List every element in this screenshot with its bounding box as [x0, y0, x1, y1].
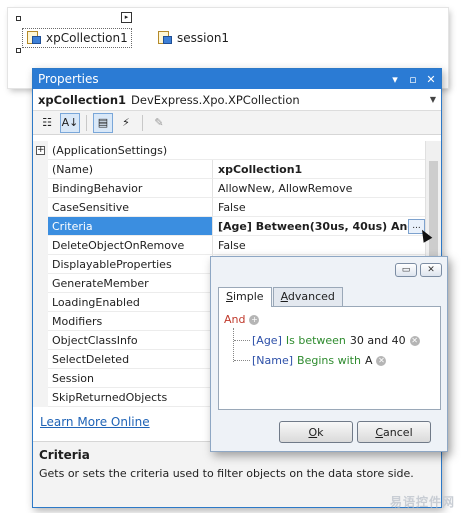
condition-field[interactable]: [Age]	[252, 334, 282, 347]
property-value[interactable]: [Age] Between(30us, 40us) And Sta	[213, 217, 427, 236]
property-name: DeleteObjectOnRemove	[48, 236, 213, 255]
property-value	[213, 141, 427, 160]
watermark-logo: 易语控件网	[389, 495, 455, 509]
property-name: DisplayableProperties	[48, 255, 213, 274]
object-name: xpCollection1	[38, 92, 127, 107]
property-name: SelectDeleted	[48, 350, 213, 369]
property-name: SkipReturnedObjects	[48, 388, 213, 407]
gutter	[33, 198, 48, 217]
gutter	[33, 331, 48, 350]
property-row[interactable]: BindingBehavior AllowNew, AllowRemove	[33, 179, 427, 198]
toolbar-separator	[86, 114, 87, 131]
pin-icon[interactable]: ▫	[405, 71, 421, 87]
gutter	[33, 388, 48, 407]
property-row[interactable]: DeleteObjectOnRemove False	[33, 236, 427, 255]
property-row-criteria[interactable]: Criteria [Age] Between(30us, 40us) And S…	[33, 217, 427, 236]
property-name: Criteria	[48, 217, 213, 236]
property-value[interactable]: AllowNew, AllowRemove	[213, 179, 427, 198]
properties-view-icon[interactable]: ▤	[93, 112, 113, 133]
tab-advanced[interactable]: Advanced	[272, 287, 343, 306]
gutter	[33, 350, 48, 369]
filter-tree-panel: And + [Age] Is between 30 and 40 ✕ [Name…	[218, 306, 441, 410]
gutter	[33, 312, 48, 331]
condition-operator[interactable]: Begins with	[297, 354, 361, 367]
dialog-title-bar[interactable]: ▭ ✕	[211, 257, 447, 283]
tab-simple[interactable]: Simple	[218, 287, 272, 307]
remove-condition-icon[interactable]: ✕	[376, 355, 387, 366]
events-lightning-icon[interactable]: ⚡	[116, 113, 136, 133]
group-operator-and[interactable]: And +	[224, 313, 260, 326]
gutter	[33, 369, 48, 388]
property-name: BindingBehavior	[48, 179, 213, 198]
property-name: (Name)	[48, 160, 213, 179]
property-value[interactable]: xpCollection1	[213, 160, 427, 179]
gutter	[33, 160, 48, 179]
session-icon	[157, 30, 173, 46]
component-xpcollection1[interactable]: xpCollection1	[22, 28, 132, 48]
remove-condition-icon[interactable]: ✕	[409, 335, 420, 346]
property-value[interactable]: False	[213, 198, 427, 217]
properties-toolbar: ☷ A↓ ▤ ⚡ ✎	[33, 111, 441, 135]
component-session1[interactable]: session1	[154, 28, 232, 48]
xpcollection-icon	[26, 30, 42, 46]
condition-value[interactable]: 30 and 40	[350, 334, 406, 347]
gutter	[33, 255, 48, 274]
condition-operator[interactable]: Is between	[286, 334, 346, 347]
properties-title-bar[interactable]: Properties ▾ ▫ ✕	[33, 69, 441, 89]
property-name: Session	[48, 369, 213, 388]
maximize-icon[interactable]: ▭	[395, 263, 417, 277]
property-pages-wrench-icon[interactable]: ✎	[149, 113, 169, 133]
selection-handle[interactable]	[16, 48, 21, 53]
close-icon[interactable]: ✕	[420, 263, 442, 277]
property-row[interactable]: CaseSensitive False	[33, 198, 427, 217]
condition-value[interactable]: A	[365, 354, 373, 367]
smart-tag-icon[interactable]: ▸	[121, 12, 132, 23]
gutter	[33, 217, 48, 236]
gutter: +	[33, 141, 48, 160]
window-title: Properties	[38, 72, 99, 86]
component-label: session1	[177, 31, 230, 45]
dropdown-arrow-icon[interactable]: ▾	[387, 71, 403, 87]
gutter	[33, 236, 48, 255]
categorized-icon[interactable]: ☷	[37, 113, 57, 133]
cancel-button[interactable]: Cancel	[357, 421, 431, 443]
alphabetical-icon[interactable]: A↓	[60, 112, 80, 133]
toolbar-separator	[142, 114, 143, 131]
property-name: ObjectClassInfo	[48, 331, 213, 350]
condition-age: [Age] Is between 30 and 40 ✕	[252, 334, 420, 347]
expand-plus-icon[interactable]: +	[36, 146, 45, 155]
selection-handle[interactable]	[16, 16, 21, 21]
condition-field[interactable]: [Name]	[252, 354, 293, 367]
object-selector[interactable]: xpCollection1 DevExpress.Xpo.XPCollectio…	[33, 89, 441, 111]
close-icon[interactable]: ✕	[423, 71, 439, 87]
property-name: CaseSensitive	[48, 198, 213, 217]
gutter	[33, 179, 48, 198]
condition-name: [Name] Begins with A ✕	[252, 354, 387, 367]
property-row[interactable]: (Name) xpCollection1	[33, 160, 427, 179]
filter-editor-dialog: ▭ ✕ Simple Advanced And + [Age] Is betwe…	[210, 256, 448, 452]
ok-button[interactable]: Ok	[279, 421, 353, 443]
group-operator-label[interactable]: And	[224, 313, 245, 326]
chevron-down-icon[interactable]: ▼	[430, 95, 436, 104]
tree-connector-lines	[233, 328, 250, 362]
editor-tabs: Simple Advanced	[218, 287, 344, 307]
property-name: (ApplicationSettings)	[48, 141, 213, 160]
add-condition-icon[interactable]: +	[249, 314, 260, 325]
learn-more-link[interactable]: Learn More Online	[40, 415, 150, 429]
scrollbar-thumb[interactable]	[429, 161, 438, 271]
gutter	[33, 274, 48, 293]
property-row[interactable]: + (ApplicationSettings)	[33, 141, 427, 160]
gutter	[33, 293, 48, 312]
component-label: xpCollection1	[46, 31, 128, 45]
property-name: GenerateMember	[48, 274, 213, 293]
property-value[interactable]: False	[213, 236, 427, 255]
property-name: LoadingEnabled	[48, 293, 213, 312]
property-name: Modifiers	[48, 312, 213, 331]
object-type: DevExpress.Xpo.XPCollection	[131, 92, 300, 107]
description-text: Gets or sets the criteria used to filter…	[39, 467, 414, 480]
